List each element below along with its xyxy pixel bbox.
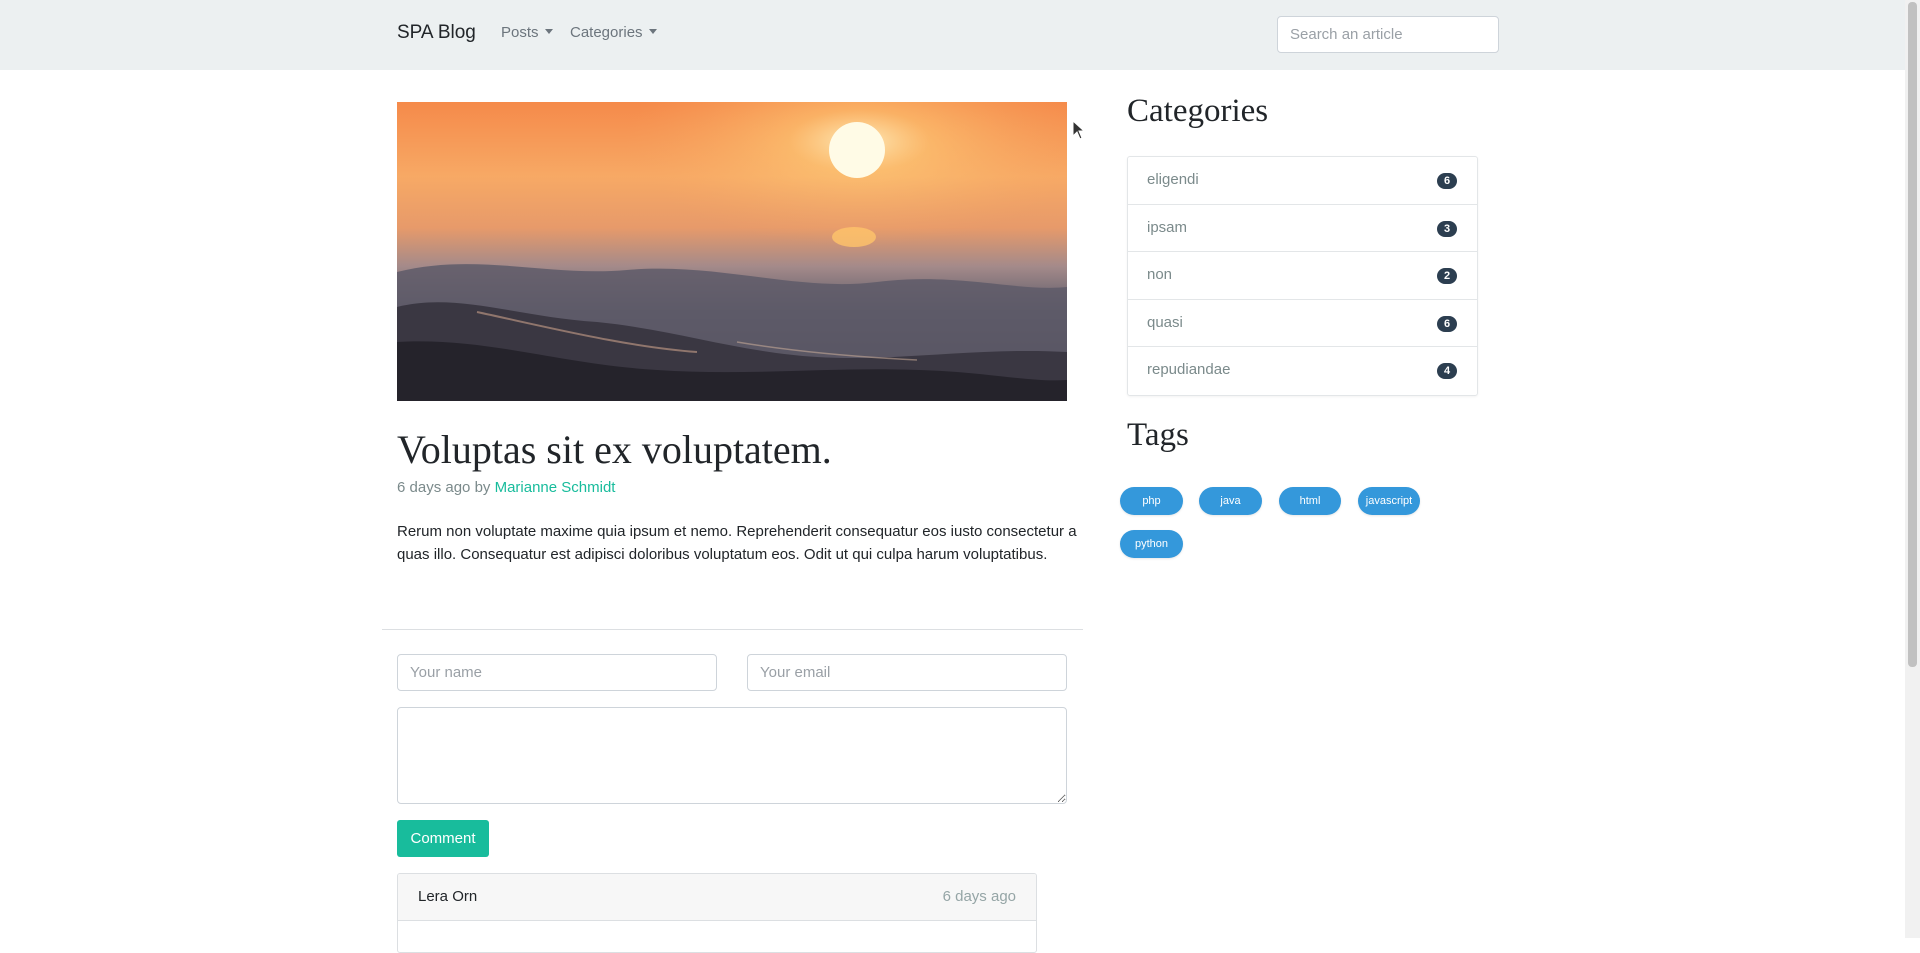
- category-label: repudiandae: [1147, 361, 1231, 379]
- nav-posts-dropdown[interactable]: Posts: [501, 24, 553, 41]
- page-scrollbar[interactable]: [1905, 0, 1920, 938]
- category-label: quasi: [1147, 313, 1183, 331]
- comment-author: Lera Orn: [418, 888, 478, 905]
- comment-textarea[interactable]: [397, 707, 1067, 804]
- category-item-repudiandae[interactable]: repudiandae 4: [1128, 347, 1477, 395]
- post-meta: 6 days ago by Marianne Schmidt: [397, 479, 615, 496]
- post-author-link[interactable]: Marianne Schmidt: [495, 479, 616, 496]
- post-by: by: [474, 479, 491, 496]
- scrollbar-thumb[interactable]: [1908, 2, 1917, 667]
- nav-posts-label: Posts: [501, 24, 539, 41]
- tag-javascript[interactable]: javascript: [1358, 487, 1420, 515]
- categories-heading: Categories: [1127, 93, 1269, 129]
- category-item-eligendi[interactable]: eligendi 6: [1128, 157, 1477, 205]
- category-item-non[interactable]: non 2: [1128, 252, 1477, 300]
- tag-php[interactable]: php: [1120, 487, 1183, 515]
- caret-down-icon: [648, 29, 657, 34]
- category-label: eligendi: [1147, 171, 1199, 188]
- category-label: ipsam: [1147, 218, 1188, 236]
- comment-submit-button[interactable]: Comment: [397, 820, 489, 857]
- post-title: Voluptas sit ex voluptatem.: [397, 427, 832, 472]
- nav-categories-label: Categories: [570, 24, 643, 41]
- category-count-badge: 3: [1437, 220, 1457, 237]
- search-input[interactable]: [1277, 16, 1499, 53]
- category-item-quasi[interactable]: quasi 6: [1128, 300, 1477, 348]
- category-count-badge: 4: [1437, 363, 1457, 380]
- tag-python[interactable]: python: [1120, 530, 1183, 558]
- nav-categories-dropdown[interactable]: Categories: [570, 24, 657, 41]
- category-label: non: [1147, 266, 1173, 284]
- category-count-badge: 2: [1437, 268, 1457, 285]
- tags-heading: Tags: [1127, 417, 1189, 453]
- category-count-badge: 6: [1437, 315, 1457, 332]
- tag-java[interactable]: java: [1199, 487, 1262, 515]
- email-field[interactable]: [747, 654, 1067, 691]
- post-hero-image: [397, 102, 1067, 401]
- divider: [382, 629, 1083, 630]
- brand-link[interactable]: SPA Blog: [397, 22, 476, 44]
- post-body: Rerum non voluptate maxime quia ipsum et…: [397, 523, 1077, 563]
- caret-down-icon: [544, 29, 553, 34]
- comment-time: 6 days ago: [942, 888, 1016, 905]
- sunset-ocean-image: [397, 102, 1067, 401]
- comment-card: Lera Orn 6 days ago: [397, 873, 1037, 953]
- comment-header: Lera Orn 6 days ago: [398, 874, 1036, 921]
- category-item-ipsam[interactable]: ipsam 3: [1128, 205, 1477, 253]
- mouse-cursor-icon: [1072, 120, 1086, 140]
- tag-html[interactable]: html: [1279, 487, 1341, 515]
- categories-list: eligendi 6 ipsam 3 non 2 quasi 6 repudia…: [1127, 156, 1478, 396]
- post-time: 6 days ago: [397, 479, 471, 496]
- name-field[interactable]: [397, 654, 717, 691]
- category-count-badge: 6: [1437, 173, 1457, 189]
- navbar: SPA Blog Posts Categories: [0, 0, 1905, 70]
